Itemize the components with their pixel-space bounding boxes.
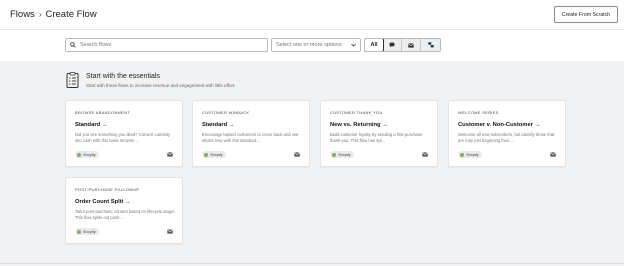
email-icon <box>167 152 173 157</box>
multi-channel-icon <box>427 42 434 48</box>
flow-card-customer-winback[interactable]: CUSTOMER WINBACK Standard → Encourage la… <box>192 100 310 167</box>
arrow-right-icon: → <box>101 122 108 128</box>
card-description: Tailor post-purchase content based on li… <box>75 209 175 220</box>
email-icon <box>550 152 556 157</box>
section-title: Start with the essentials <box>86 73 160 80</box>
shopify-badge: Shopify <box>75 151 99 158</box>
shopify-badge: Shopify <box>75 228 99 235</box>
top-bar: Flows › Create Flow Create From Scratch <box>0 0 624 30</box>
card-title: Standard → <box>202 122 235 128</box>
card-category: CUSTOMER WINBACK <box>202 110 250 115</box>
shopify-icon <box>77 152 81 157</box>
checklist-icon <box>66 72 79 88</box>
card-description: Welcome all new subscribers, but identif… <box>458 132 555 143</box>
category-select[interactable]: Select one or more options <box>271 38 361 52</box>
chevron-down-icon <box>351 43 356 47</box>
filter-bar: Search flows Select one or more options … <box>0 30 624 61</box>
shopify-icon <box>460 152 464 157</box>
arrow-right-icon: → <box>382 122 388 128</box>
shopify-badge: Shopify <box>202 151 226 158</box>
flow-card-customer-thank-you[interactable]: CUSTOMER THANK YOU New vs. Returning → B… <box>320 100 438 167</box>
card-title: New vs. Returning → <box>330 122 388 128</box>
shopify-icon <box>204 152 208 157</box>
chat-bubble-icon <box>389 42 395 48</box>
flow-card-welcome-series[interactable]: WELCOME SERIES Customer v. Non-Customer … <box>448 100 566 167</box>
card-description: Build customer loyalty by sending a firs… <box>330 132 423 143</box>
card-category: CUSTOMER THANK YOU <box>330 110 383 115</box>
flow-library: Start with the essentials Start with the… <box>0 61 624 266</box>
section-header: Start with the essentials Start with the… <box>66 72 236 88</box>
search-icon <box>70 42 76 48</box>
shopify-badge: Shopify <box>458 151 482 158</box>
breadcrumb-separator: › <box>38 10 42 19</box>
shopify-badge: Shopify <box>330 151 354 158</box>
select-placeholder: Select one or more options <box>276 42 342 48</box>
search-input[interactable]: Search flows <box>65 38 268 52</box>
card-title: Customer v. Non-Customer → <box>458 122 541 128</box>
section-subtitle: Start with these flows to increase reven… <box>86 83 236 88</box>
email-icon <box>408 42 414 48</box>
create-from-scratch-button[interactable]: Create From Scratch <box>554 6 618 23</box>
shopify-icon <box>77 229 81 234</box>
arrow-right-icon: → <box>124 199 131 205</box>
card-title: Order Count Split → <box>75 199 131 205</box>
page-title: Create Flow <box>45 9 97 20</box>
channel-filter-multi[interactable] <box>421 39 440 51</box>
arrow-right-icon: → <box>228 122 235 128</box>
card-category: POST-PURCHASE FOLLOWUP <box>75 187 140 192</box>
breadcrumb-flows-link[interactable]: Flows <box>10 9 35 20</box>
search-placeholder: Search flows <box>80 42 112 48</box>
shopify-icon <box>332 152 336 157</box>
flow-card-browse-abandonment[interactable]: BROWSE ABANDONMENT Standard → Did you se… <box>65 100 183 167</box>
channel-filter-sms[interactable] <box>383 39 402 51</box>
card-category: BROWSE ABANDONMENT <box>75 110 131 115</box>
breadcrumb: Flows › Create Flow <box>10 9 97 20</box>
card-title: Standard → <box>75 122 108 128</box>
card-category: WELCOME SERIES <box>458 110 499 115</box>
card-description: Did you see something you liked? Convert… <box>75 132 170 143</box>
flow-card-post-purchase-followup[interactable]: POST-PURCHASE FOLLOWUP Order Count Split… <box>65 177 183 244</box>
email-icon <box>294 152 300 157</box>
channel-filter-email[interactable] <box>402 39 421 51</box>
channel-filter-group: All <box>364 38 441 52</box>
arrow-right-icon: → <box>534 122 541 128</box>
email-icon <box>422 152 428 157</box>
divider <box>0 263 624 264</box>
channel-filter-all[interactable]: All <box>365 39 384 51</box>
email-icon <box>167 229 173 234</box>
card-description: Encourage lapsed customers to come back … <box>202 132 299 143</box>
